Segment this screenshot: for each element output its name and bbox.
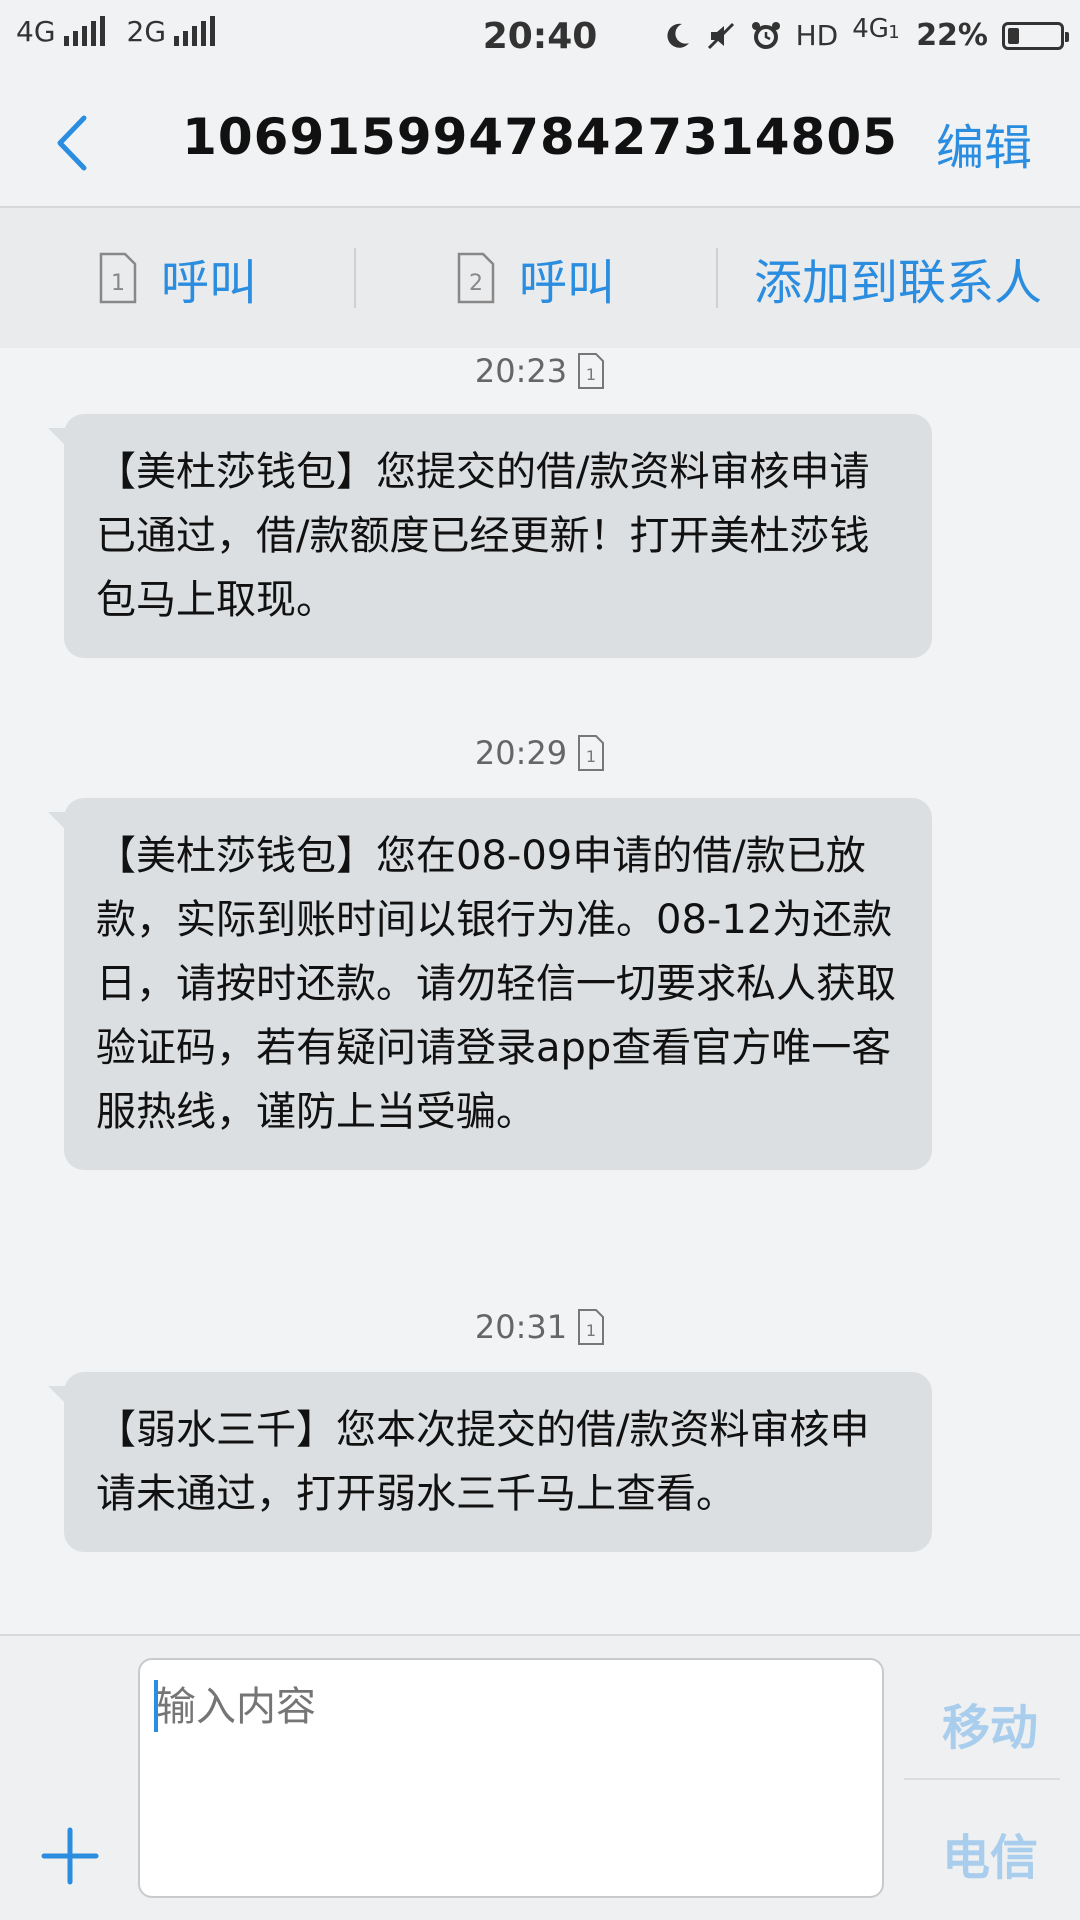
message-text: 【美杜莎钱包】您在08-09申请的借/款已放款，实际到账时间以银行为准。08-1… [96,833,896,1135]
message-list[interactable]: 20:23 1 【美杜莎钱包】您提交的借/款资料审核申请已通过，借/款额度已经更… [0,348,1080,1634]
message-bubble[interactable]: 【美杜莎钱包】您提交的借/款资料审核申请已通过，借/款额度已经更新！打开美杜莎钱… [48,414,932,658]
message-timestamp: 20:29 1 [0,734,1080,772]
net-type-indicator: 4G 1 [852,14,902,52]
page-title: 1069159947842731480​5 [182,108,898,166]
message-timestamp: 20:23 1 [0,352,1080,390]
message-bubble[interactable]: 【弱水三千】您本次提交的借/款资料审核申请未通过，打开弱水三千马上查看。 [48,1372,932,1552]
composer-bar: 移动 电信 [0,1634,1080,1920]
sim-card-icon: 2 [457,252,495,304]
send-sim1-button[interactable]: 移动 [900,1688,1080,1758]
timestamp-text: 20:23 [474,352,568,390]
call-sim1-label: 呼叫 [160,255,257,311]
timestamp-sim-number: 1 [586,1321,596,1340]
title-bar: 1069159947842731480​5 编辑 [0,78,1080,208]
send-divider [904,1778,1060,1780]
timestamp-sim-number: 1 [586,747,596,766]
text-cursor [154,1680,158,1732]
message-text: 【美杜莎钱包】您提交的借/款资料审核申请已通过，借/款额度已经更新！打开美杜莎钱… [96,449,870,623]
battery-icon [1002,21,1069,50]
send-sim2-button[interactable]: 电信 [900,1818,1080,1888]
hd-label: HD [795,19,839,52]
net-type-label: 4G [852,13,889,44]
add-attachment-button[interactable] [40,1826,100,1886]
status-icons: HD 4G 1 22% [662,14,1069,53]
timestamp-sim-number: 1 [586,365,596,384]
plus-icon [41,1827,99,1885]
action-bar: 1 呼叫 2 呼叫 添加到联系人 [0,208,1080,348]
moon-icon [662,21,692,51]
edit-button[interactable]: 编辑 [936,108,1032,178]
sim-number-2: 2 [469,271,483,296]
call-sim2-button[interactable]: 2 呼叫 [356,208,716,348]
message-timestamp: 20:31 1 [0,1308,1080,1346]
sim-card-icon: 1 [578,1309,605,1345]
battery-level-fill [1008,27,1019,44]
message-text: 【弱水三千】您本次提交的借/款资料审核申请未通过，打开弱水三千马上查看。 [96,1407,870,1517]
sim-number-1: 1 [111,271,125,296]
alarm-icon [750,20,782,52]
timestamp-text: 20:29 [474,734,568,772]
sim-card-icon: 1 [578,353,605,389]
message-bubble[interactable]: 【美杜莎钱包】您在08-09申请的借/款已放款，实际到账时间以银行为准。08-1… [48,798,932,1170]
vibrate-off-icon [706,21,736,51]
status-bar: 4G 2G 20:40 HD 4G 1 22% [0,0,1080,78]
message-input[interactable] [138,1658,884,1898]
sim-card-icon: 1 [578,735,605,771]
call-sim2-label: 呼叫 [518,255,615,311]
add-contact-label: 添加到联系人 [753,255,1042,311]
add-contact-button[interactable]: 添加到联系人 [716,208,1080,348]
call-sim1-button[interactable]: 1 呼叫 [0,208,356,348]
timestamp-text: 20:31 [474,1308,568,1346]
net-sim-index: 1 [888,21,900,43]
battery-percent: 22% [916,18,988,53]
sim-card-icon: 1 [99,252,137,304]
